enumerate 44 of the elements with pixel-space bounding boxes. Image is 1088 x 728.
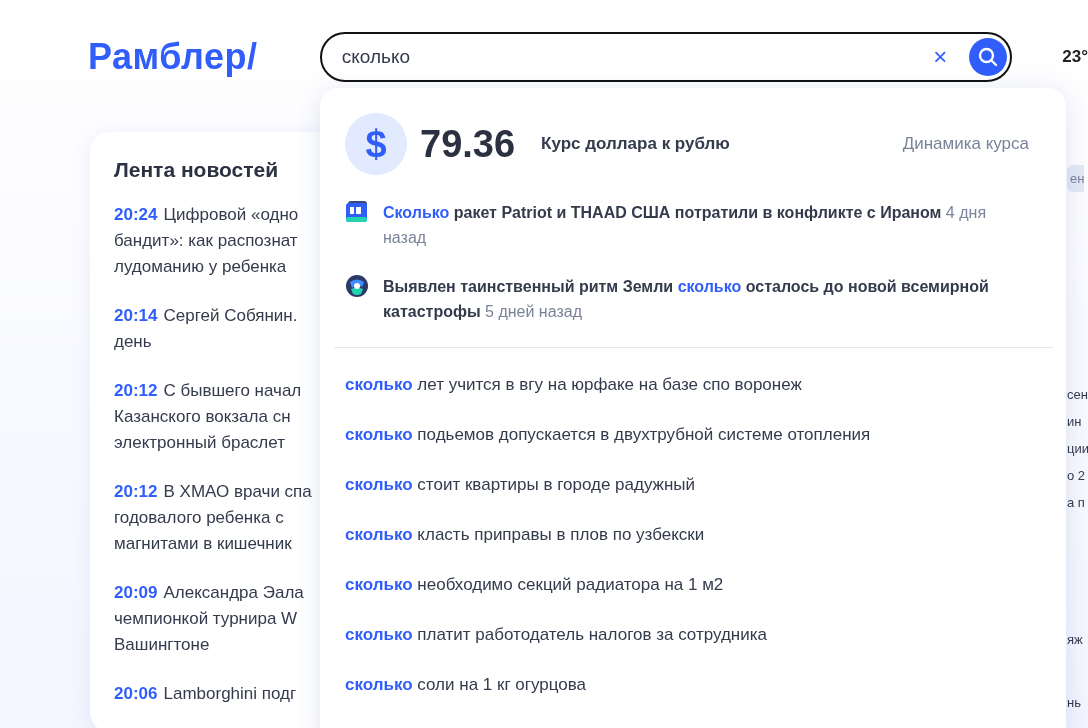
search-suggestion[interactable]: сколько лет учится в вгу на юрфаке на базе спо воронеж (345, 360, 1066, 410)
text-fragment: а п (1067, 494, 1085, 512)
search-suggestion[interactable]: сколько платит работодатель налогов за сотрудника (345, 610, 1066, 660)
search-suggestion[interactable]: сколько необходимо секций радиатора на 1 м2 (345, 560, 1066, 610)
news-headline-line[interactable]: 20:09 Александра Эала (114, 580, 304, 606)
news-headline-line[interactable]: годовалого ребенка с (114, 505, 284, 531)
news-headline-line[interactable]: электронный браслет (114, 430, 285, 456)
search-suggestion[interactable]: сколько подьемов допускается в двухтрубной системе отопления (345, 410, 1066, 460)
text-fragment: сен (1067, 386, 1088, 404)
news-headline-line[interactable]: лудоманию у ребенка (114, 254, 287, 280)
news-headline-line[interactable]: 20:12 В ХМАО врачи спа (114, 479, 312, 505)
search-field[interactable]: сколько × (319, 32, 1013, 82)
news-suggestion[interactable]: Сколько ракет Patriot и THAAD США потратили в конфликте с Ираном 4 дня назад (383, 200, 1025, 250)
search-suggestion[interactable]: сколько класть приправы в плов по узбекски (345, 510, 1066, 560)
logo[interactable]: Рамблер/ (88, 36, 320, 78)
weather-temperature[interactable]: 23° (1062, 47, 1088, 67)
search-button[interactable] (969, 38, 1008, 76)
text-fragment: яж (1067, 631, 1083, 649)
search-suggestion[interactable]: сколько соли на 1 кг огурцова (345, 660, 1066, 710)
feed-title: Лента новостей (114, 158, 280, 182)
news-headline-line[interactable]: Вашингтоне (114, 632, 210, 658)
news-headline-line[interactable]: 20:12 С бывшего начал (114, 378, 302, 404)
search-icon (978, 47, 999, 67)
rate-dynamics-link[interactable]: Динамика курса (902, 134, 1029, 154)
rate-label: Курс доллара к рублю (541, 134, 730, 154)
text-fragment: о 2 (1067, 467, 1086, 485)
globe-icon (345, 274, 369, 298)
text-fragment: ин (1067, 413, 1082, 431)
news-headline-line[interactable]: Казанского вокзала сн (114, 404, 291, 430)
dollar-icon: $ (345, 113, 407, 175)
news-headline-line[interactable]: бандит»: как распознат (114, 228, 298, 254)
news-headline-line[interactable]: 20:14 Сергей Собянин. (114, 303, 298, 329)
exchange-rate: 79.36 (420, 122, 516, 166)
search-suggestion[interactable]: сколько стоит квартиры в городе радужный (345, 460, 1066, 510)
tv-icon (345, 200, 369, 224)
news-suggestion[interactable]: Выявлен таинственный ритм Земли сколько осталось до новой всемирной катастрофы 5 дней назад (383, 274, 1025, 324)
text-fragment: нь (1067, 694, 1081, 712)
news-headline-line[interactable]: 20:06 Lamborghini подг (114, 681, 297, 707)
text-fragment: ции (1067, 440, 1088, 458)
news-headline-line[interactable]: 20:24 Цифровой «одно (114, 202, 299, 228)
news-headline-line[interactable]: магнитами в кишечник (114, 531, 292, 557)
news-headline-line[interactable]: чемпионкой турнира W (114, 606, 298, 632)
clear-button[interactable]: × (923, 43, 958, 71)
news-headline-line[interactable]: день (114, 329, 152, 355)
